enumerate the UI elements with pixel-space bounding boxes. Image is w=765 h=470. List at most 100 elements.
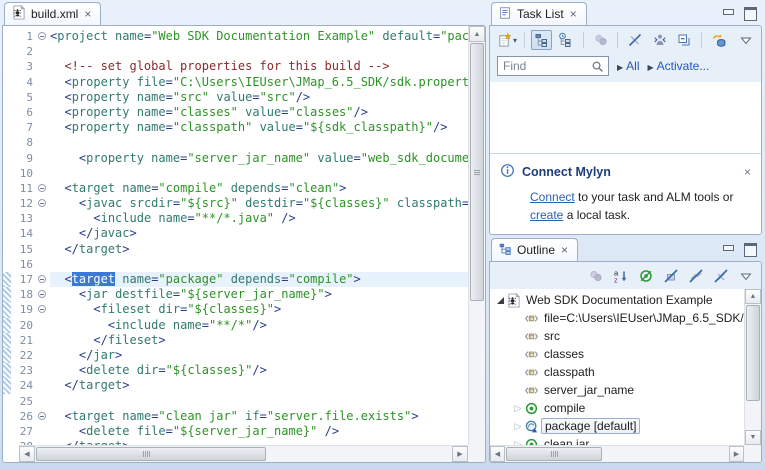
code-text[interactable]: <property name="classpath" value="${sdk_… <box>50 120 468 135</box>
view-menu-button[interactable] <box>735 266 757 286</box>
code-text[interactable]: <project name="Web SDK Documentation Exa… <box>50 29 468 44</box>
all-filter-link[interactable]: ▶All <box>617 59 640 73</box>
tab-outline[interactable]: Outline × <box>491 238 578 261</box>
code-line[interactable]: 2 <box>3 44 468 59</box>
hide-completed-button[interactable] <box>624 30 646 50</box>
scroll-up-icon[interactable]: ▲ <box>745 289 761 304</box>
mylyn-link[interactable]: Connect <box>530 190 575 204</box>
hide-properties-button[interactable] <box>710 266 732 286</box>
scroll-right-icon[interactable]: ▶ <box>452 446 468 462</box>
editor-hscroll-thumb[interactable] <box>36 447 266 461</box>
outline-vscroll-thumb[interactable] <box>746 305 760 401</box>
code-text[interactable]: </target> <box>50 242 468 257</box>
code-text[interactable]: </fileset> <box>50 333 468 348</box>
tree-expander-icon[interactable]: ▷ <box>512 403 524 414</box>
editor-vertical-scrollbar[interactable]: ▲ ▼ <box>468 26 485 462</box>
tab-task-list[interactable]: Task List × <box>491 2 587 25</box>
code-line[interactable]: 24 </target> <box>3 378 468 393</box>
mylyn-close-icon[interactable]: × <box>744 165 751 179</box>
code-line[interactable]: 8 <box>3 135 468 150</box>
code-text[interactable]: <include name="**/*.java" /> <box>50 211 468 226</box>
filter-owner-button[interactable] <box>649 30 671 50</box>
code-text[interactable]: <target name="package" depends="compile"… <box>50 272 468 287</box>
code-text[interactable]: <jar destfile="${server_jar_name}"> <box>50 287 468 302</box>
outline-horizontal-scrollbar[interactable]: ◀ ▶ <box>490 445 744 462</box>
code-text[interactable] <box>50 257 468 272</box>
outline-tree[interactable]: Web SDK Documentation Examplefile=C:\Use… <box>490 289 744 445</box>
outline-item[interactable]: ▷clean jar <box>490 435 744 445</box>
collapse-marker-icon[interactable] <box>38 412 46 420</box>
code-line[interactable]: 25 <box>3 394 468 409</box>
new-task-button[interactable]: ▾ <box>496 30 518 50</box>
code-line[interactable]: 7 <property name="classpath" value="${sd… <box>3 120 468 135</box>
editor-tab-close-icon[interactable]: × <box>83 8 92 20</box>
categorized-view-button[interactable] <box>531 30 553 50</box>
code-text[interactable] <box>50 135 468 150</box>
code-line[interactable]: 14 </javac> <box>3 226 468 241</box>
code-text[interactable]: <target name="compile" depends="clean"> <box>50 181 468 196</box>
code-text[interactable]: </target> <box>50 378 468 393</box>
maximize-icon[interactable] <box>744 243 756 254</box>
code-line[interactable]: 16 <box>3 257 468 272</box>
collapse-marker-icon[interactable] <box>38 275 46 283</box>
editor-vscroll-thumb[interactable] <box>470 43 484 301</box>
code-text[interactable]: <javac srcdir="${src}" destdir="${classe… <box>50 196 468 211</box>
code-line[interactable]: 5 <property name="src" value="src"/> <box>3 90 468 105</box>
collapse-marker-icon[interactable] <box>38 32 46 40</box>
find-input[interactable] <box>498 57 584 75</box>
code-line[interactable]: 22 </jar> <box>3 348 468 363</box>
scroll-down-icon[interactable]: ▼ <box>745 430 761 445</box>
tree-expander-icon[interactable]: ▷ <box>512 421 524 432</box>
code-line[interactable]: 20 <include name="**/*"/> <box>3 318 468 333</box>
code-line[interactable]: 9 <property name="server_jar_name" value… <box>3 151 468 166</box>
hide-internal-targets-button[interactable] <box>660 266 682 286</box>
code-line[interactable]: 3 <!-- set global properties for this bu… <box>3 59 468 74</box>
code-line[interactable]: 17 <target name="package" depends="compi… <box>3 272 468 287</box>
code-editor[interactable]: 1<project name="Web SDK Documentation Ex… <box>2 25 486 463</box>
code-text[interactable] <box>50 166 468 181</box>
code-line[interactable]: 4 <property file="C:\Users\IEUser\JMap_6… <box>3 75 468 90</box>
mylyn-link[interactable]: create <box>530 208 563 222</box>
collapse-marker-icon[interactable] <box>38 199 46 207</box>
code-line[interactable]: 18 <jar destfile="${server_jar_name}"> <box>3 287 468 302</box>
outline-hscroll-thumb[interactable] <box>506 447 602 461</box>
hide-imported-elements-button[interactable] <box>685 266 707 286</box>
task-list-close-icon[interactable]: × <box>569 8 578 20</box>
outline-item[interactable]: server_jar_name <box>490 381 744 399</box>
link-with-editor-button[interactable] <box>635 266 657 286</box>
collapse-all-button[interactable] <box>673 30 695 50</box>
code-text[interactable]: <delete file="${server_jar_name}" /> <box>50 424 468 439</box>
code-text[interactable]: <property name="src" value="src"/> <box>50 90 468 105</box>
outline-vertical-scrollbar[interactable]: ▲ ▼ <box>744 289 761 445</box>
minimize-icon[interactable] <box>722 243 734 254</box>
code-text[interactable]: </jar> <box>50 348 468 363</box>
outline-item[interactable]: Web SDK Documentation Example <box>490 291 744 309</box>
code-line[interactable]: 13 <include name="**/*.java" /> <box>3 211 468 226</box>
code-text[interactable]: <property name="server_jar_name" value="… <box>50 151 468 166</box>
code-line[interactable]: 23 <delete dir="${classes}"/> <box>3 363 468 378</box>
code-line[interactable]: 11 <target name="compile" depends="clean… <box>3 181 468 196</box>
outline-item[interactable]: src <box>490 327 744 345</box>
maximize-icon[interactable] <box>744 7 756 18</box>
code-text[interactable]: <!-- set global properties for this buil… <box>50 59 468 74</box>
editor-horizontal-scrollbar[interactable]: ◀ ▶ <box>19 445 468 462</box>
scroll-left-icon[interactable]: ◀ <box>490 446 505 462</box>
outline-item[interactable]: classpath <box>490 363 744 381</box>
outline-item[interactable]: file=C:\Users\IEUser\JMap_6.5_SDK/s <box>490 309 744 327</box>
focus-button[interactable] <box>585 266 607 286</box>
collapse-marker-icon[interactable] <box>38 184 46 192</box>
code-line[interactable]: 12 <javac srcdir="${src}" destdir="${cla… <box>3 196 468 211</box>
tab-build-xml[interactable]: build.xml × <box>4 2 101 25</box>
activate-link[interactable]: ▶Activate... <box>648 59 710 73</box>
code-text[interactable]: </javac> <box>50 226 468 241</box>
code-text[interactable] <box>50 394 468 409</box>
scroll-up-icon[interactable]: ▲ <box>469 26 485 42</box>
code-text[interactable]: <property name="classes" value="classes"… <box>50 105 468 120</box>
code-text-area[interactable]: 1<project name="Web SDK Documentation Ex… <box>3 26 468 445</box>
code-line[interactable]: 15 </target> <box>3 242 468 257</box>
code-text[interactable]: <fileset dir="${classes}"> <box>50 302 468 317</box>
synchronize-button[interactable] <box>708 30 730 50</box>
code-line[interactable]: 1<project name="Web SDK Documentation Ex… <box>3 29 468 44</box>
task-list-empty-area[interactable] <box>490 82 761 153</box>
code-text[interactable]: <delete dir="${classes}"/> <box>50 363 468 378</box>
